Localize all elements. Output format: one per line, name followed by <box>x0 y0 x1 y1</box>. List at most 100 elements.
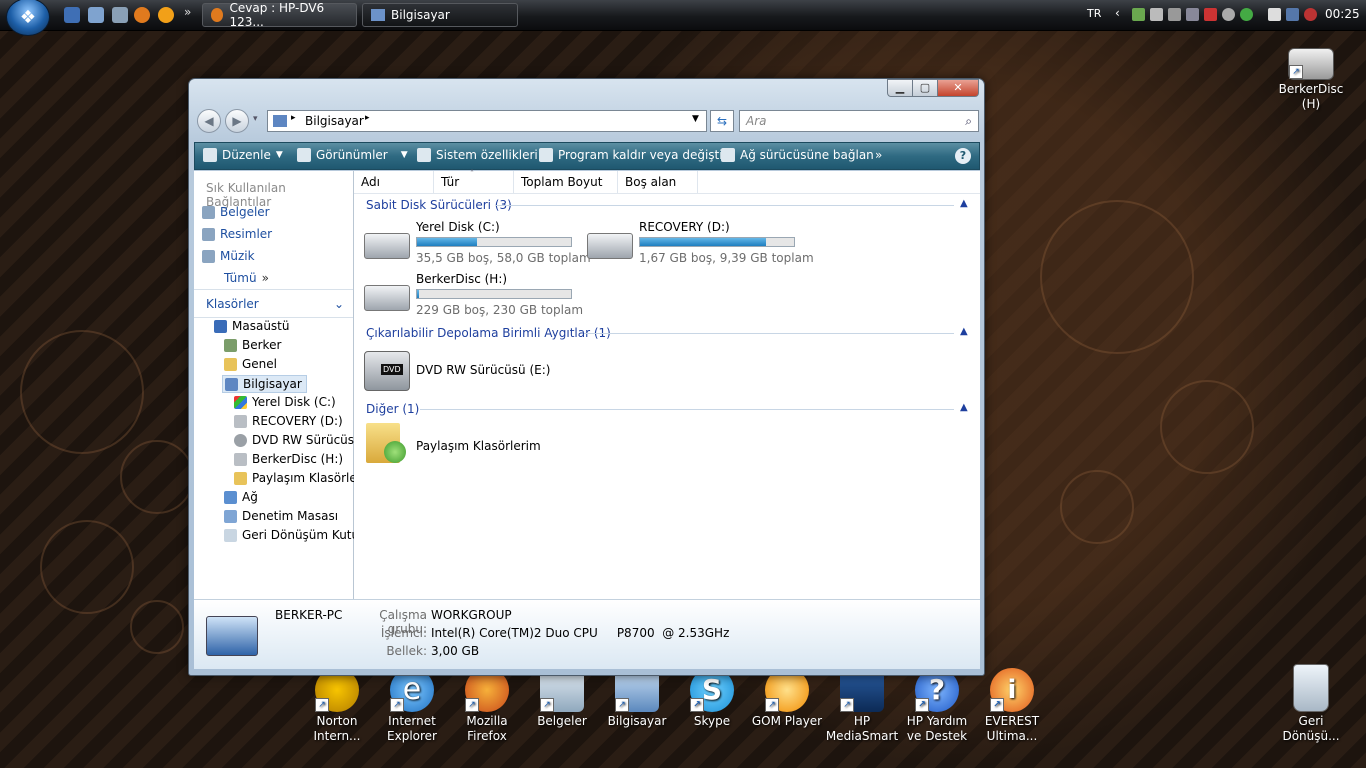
chevron-down-icon[interactable]: ⌄ <box>334 297 344 311</box>
desktop-icon-bilgisayar[interactable]: ↗ Bilgisayar <box>600 668 674 729</box>
desktop-icon-berkerdisc[interactable]: ↗ BerkerDisc (H) <box>1274 48 1348 112</box>
group-header-removable[interactable]: Çıkarılabilir Depolama Birimli Aygıtlar … <box>366 326 611 340</box>
column-header-type[interactable]: Tür ˄ <box>434 169 514 193</box>
tree-item-dvd[interactable]: DVD RW Sürücüsü <box>234 433 362 447</box>
windows-drive-icon <box>234 395 247 409</box>
start-button[interactable]: ❖ <box>6 0 50 36</box>
network-drive-icon <box>721 148 735 162</box>
tray-expand-icon[interactable]: ‹ <box>1115 6 1120 20</box>
window-switch-icon[interactable] <box>88 7 104 23</box>
desktop-icon-hp-help[interactable]: ? ↗ HP Yardım ve Destek <box>900 668 974 744</box>
address-dropdown-icon[interactable]: ▼ <box>692 114 699 124</box>
language-indicator[interactable]: TR <box>1087 7 1101 20</box>
desktop-icon-belgeler[interactable]: ↗ Belgeler <box>525 668 599 729</box>
system-properties-button[interactable]: Sistem özellikleri <box>417 148 538 162</box>
drive-icon: ↗ <box>1288 48 1334 80</box>
desktop-icon-gom[interactable]: ↗ GOM Player <box>750 668 824 729</box>
tree-item-desktop[interactable]: Masaüstü <box>214 319 289 333</box>
desktop-icon-everest[interactable]: i ↗ EVEREST Ultima... <box>975 668 1049 744</box>
desktop-icon <box>214 319 227 333</box>
tree-item-network[interactable]: Ağ <box>224 490 258 504</box>
divider <box>194 317 353 318</box>
minimize-button[interactable]: ▁ <box>887 79 913 97</box>
forward-button[interactable]: ▶ <box>225 109 249 133</box>
search-input[interactable]: Ara ⌕ <box>739 110 979 132</box>
firefox-icon[interactable] <box>134 7 150 23</box>
quicklaunch-more-icon[interactable]: » <box>184 5 191 19</box>
ram-value: 3,00 GB <box>431 644 480 658</box>
blocked-tray-icon[interactable] <box>1204 8 1217 21</box>
desktop-icon-recycle-bin[interactable]: Geri Dönüşü... <box>1274 664 1348 744</box>
computer-icon[interactable] <box>112 7 128 23</box>
collapse-group-icon[interactable]: ▲ <box>960 326 968 337</box>
desktop-icon-ie[interactable]: e ↗ Internet Explorer <box>375 668 449 744</box>
search-icon[interactable]: ⌕ <box>965 111 972 131</box>
more-commands-button[interactable]: » <box>875 148 882 162</box>
network-tray-icon[interactable] <box>1132 8 1145 21</box>
task-firefox[interactable]: Cevap : HP-DV6 123... <box>202 1 357 29</box>
music-tray-icon[interactable] <box>1186 8 1199 21</box>
tree-item-drive-c[interactable]: Yerel Disk (C:) <box>234 395 336 409</box>
column-header-name[interactable]: Adı <box>354 171 434 193</box>
map-network-drive-button[interactable]: Ağ sürücüsüne bağlan <box>721 148 874 162</box>
breadcrumb-separator-icon[interactable]: ▸ <box>291 113 296 123</box>
drive-name: Yerel Disk (C:) <box>416 220 500 234</box>
close-button[interactable]: ✕ <box>937 79 979 97</box>
app-tray-icon[interactable] <box>1168 8 1181 21</box>
tree-item-genel[interactable]: Genel <box>224 357 277 371</box>
favorite-documents[interactable]: Belgeler <box>202 205 270 219</box>
desktop-icon-norton[interactable]: ↗ Norton Intern... <box>300 668 374 744</box>
back-button[interactable]: ◀ <box>197 109 221 133</box>
folders-header[interactable]: Klasörler <box>206 297 259 311</box>
tree-item-drive-h[interactable]: BerkerDisc (H:) <box>234 452 343 466</box>
tree-item-berker[interactable]: Berker <box>224 338 281 352</box>
tree-item-recycle-bin[interactable]: Geri Dönüşüm Kutu <box>224 528 359 542</box>
refresh-button[interactable]: ⇆ <box>710 110 734 132</box>
gom-player-icon[interactable] <box>158 7 174 23</box>
help-button[interactable]: ? <box>955 148 971 164</box>
computer-icon <box>225 377 238 391</box>
windows-logo-icon: ❖ <box>19 6 37 28</box>
column-header-free-space[interactable]: Boş alan <box>618 171 698 193</box>
desktop-icon-label: Geri Dönüşü... <box>1282 714 1340 743</box>
command-bar: Düzenle ▼ Görünümler ▼ Sistem özellikleri … <box>194 142 980 170</box>
desktop-icon-label: HP Yardım ve Destek <box>906 714 968 743</box>
wireless-tray-icon[interactable] <box>1286 8 1299 21</box>
desktop-icon-hp-mediasmart[interactable]: ↗ HP MediaSmart <box>825 668 899 744</box>
desktop-icon-skype[interactable]: S ↗ Skype <box>675 668 749 729</box>
security-tray-icon[interactable] <box>1240 8 1253 21</box>
volume-muted-tray-icon[interactable] <box>1304 8 1317 21</box>
views-button[interactable]: Görünümler ▼ <box>297 148 408 162</box>
shortcut-arrow-icon: ↗ <box>390 698 404 712</box>
tree-item-computer[interactable]: Bilgisayar <box>222 375 307 393</box>
address-bar[interactable]: ▸ Bilgisayar ▸ ▼ <box>267 110 707 132</box>
group-header-hdd[interactable]: Sabit Disk Sürücüleri (3) <box>366 198 512 212</box>
organize-button[interactable]: Düzenle ▼ <box>203 148 283 162</box>
maximize-button[interactable]: ▢ <box>912 79 938 97</box>
users-tray-icon[interactable] <box>1150 8 1163 21</box>
breadcrumb-separator-icon[interactable]: ▸ <box>365 113 370 123</box>
battery-tray-icon[interactable] <box>1268 8 1281 21</box>
tree-item-shared[interactable]: Paylaşım Klasörler <box>234 471 362 485</box>
recent-pages-dropdown-icon[interactable]: ▾ <box>253 114 258 124</box>
desktop-icon-firefox[interactable]: ↗ Mozilla Firefox <box>450 668 524 744</box>
show-desktop-icon[interactable] <box>64 7 80 23</box>
breadcrumb[interactable]: Bilgisayar <box>305 114 364 128</box>
settings-tray-icon[interactable] <box>1222 8 1235 21</box>
shortcut-arrow-icon: ↗ <box>615 698 629 712</box>
uninstall-program-button[interactable]: Program kaldır veya değiştir <box>539 148 728 162</box>
task-bilgisayar[interactable]: Bilgisayar <box>362 3 518 27</box>
tree-item-control-panel[interactable]: Denetim Masası <box>224 509 338 523</box>
computer-icon <box>206 616 258 656</box>
clock[interactable]: 00:25 <box>1325 7 1360 21</box>
desktop-icon-label: BerkerDisc (H) <box>1278 82 1344 111</box>
drive-name: RECOVERY (D:) <box>639 220 730 234</box>
favorites-more[interactable]: Tümü » <box>224 271 269 285</box>
group-header-other[interactable]: Diğer (1) <box>366 402 419 416</box>
favorite-music[interactable]: Müzik <box>202 249 255 263</box>
collapse-group-icon[interactable]: ▲ <box>960 198 968 209</box>
column-header-total-size[interactable]: Toplam Boyut <box>514 171 618 193</box>
collapse-group-icon[interactable]: ▲ <box>960 402 968 413</box>
tree-item-drive-d[interactable]: RECOVERY (D:) <box>234 414 343 428</box>
favorite-pictures[interactable]: Resimler <box>202 227 272 241</box>
